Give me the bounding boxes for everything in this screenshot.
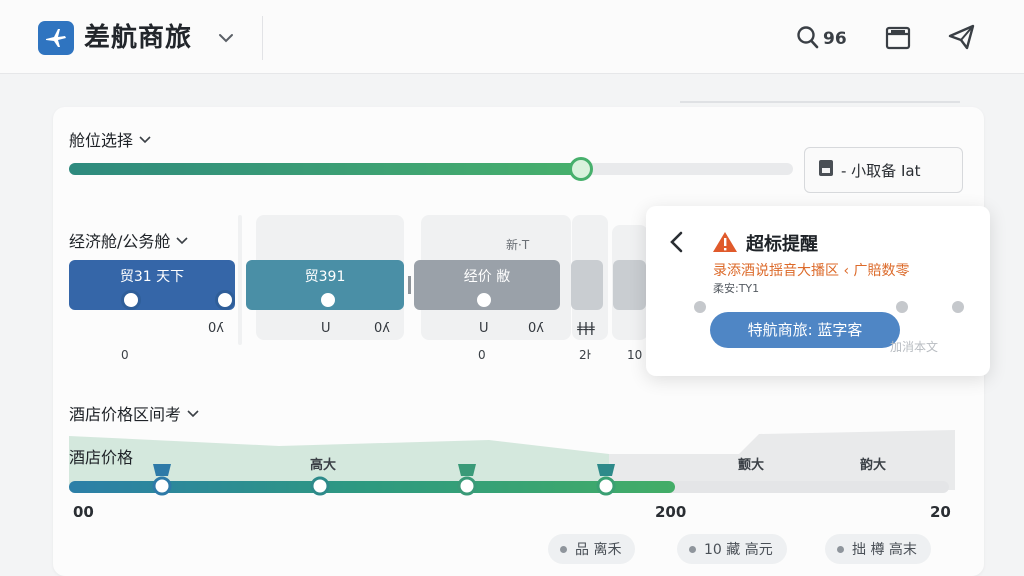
popup-message: 录添酒说揺音大播区 ‹ 广賠数零 [713, 263, 910, 279]
cabin-side-button-label: - 小取备 Iat [841, 161, 921, 180]
chip-thumb[interactable] [474, 290, 494, 310]
popup-slider-dot[interactable] [896, 301, 908, 313]
axis-label-max: 20 [930, 503, 951, 521]
chip-tick-label: 2ŀ [579, 348, 591, 362]
economy-section-title[interactable]: 经济舱/公务舱 [69, 228, 190, 252]
chevron-down-icon [187, 410, 199, 418]
cabin-section-title[interactable]: 舱位选择 [69, 127, 153, 151]
chip-tick-label: 0 [478, 348, 486, 362]
cabin-chip-4[interactable] [571, 260, 603, 310]
back-icon[interactable] [668, 230, 686, 258]
axis-label-min: 00 [73, 503, 94, 521]
over-standard-popup: 超标提醒 录添酒说揺音大播区 ‹ 广賠数零 柔安:TY1 特航商旅: 蓝字客 加… [646, 206, 990, 376]
chip-under-label: 0ʎ [528, 321, 544, 336]
hotel-slider-handle[interactable] [309, 473, 331, 503]
hotel-pin-label: 颤大 [738, 458, 765, 473]
ghost-header: 新·T [506, 238, 530, 252]
cabin-chip-2[interactable]: 贸391 [246, 260, 404, 310]
chip-under-label: 0ʎ [208, 321, 224, 336]
popup-title: 超标提醒 [746, 234, 818, 255]
cabin-chip-1[interactable]: 贸31 天下 [69, 260, 235, 310]
filter-pill-1[interactable]: 品 离禾 [548, 534, 636, 564]
popup-sub: 柔安:TY1 [713, 282, 760, 295]
cabin-chip-label: 贸31 天下 [119, 269, 185, 285]
cabin-chip-3[interactable]: 经价 敝 [414, 260, 560, 310]
filter-pill-3[interactable]: 拙 樽 高末 [825, 534, 931, 564]
top-bar: 差航商旅 96 [0, 0, 1024, 74]
cabin-section-label: 舱位选择 [69, 131, 134, 150]
chevron-down-icon[interactable] [216, 28, 236, 52]
ghost-column [238, 215, 242, 345]
popup-slider-dot[interactable] [952, 301, 964, 313]
hotel-slider-handle[interactable] [595, 462, 617, 502]
hotel-slider-handle[interactable] [151, 462, 173, 502]
hotel-section-label: 酒店价格区间考 [69, 405, 182, 424]
chip-under-label: U [479, 321, 489, 336]
airplane-icon [38, 21, 74, 55]
popup-ghost-text: 加消本文 [890, 340, 939, 354]
popup-slider-dot[interactable] [694, 301, 706, 313]
cabin-side-button[interactable]: - 小取备 Iat [804, 147, 963, 193]
popup-slider-line [680, 101, 960, 103]
send-icon[interactable] [947, 23, 977, 55]
search-button[interactable]: 96 [796, 24, 847, 54]
cabin-chip-5[interactable] [613, 260, 646, 310]
pill-dot-icon [837, 545, 844, 553]
chip-tick-label: 10 [627, 348, 643, 362]
filter-pill-2[interactable]: 10 藏 高元 [677, 534, 787, 564]
hotel-slider-handle[interactable] [456, 462, 478, 502]
chip-divider [408, 276, 411, 294]
hotel-chart-label: 酒店价格 [69, 448, 134, 467]
hotel-section-title[interactable]: 酒店价格区间考 [69, 401, 201, 425]
chip-thumb[interactable] [121, 290, 141, 310]
calendar-icon[interactable] [884, 24, 912, 56]
special-booking-button[interactable]: 特航商旅: 蓝字客 [710, 312, 900, 348]
filter-pill-label: 拙 樽 高末 [852, 542, 917, 558]
app-title: 差航商旅 [84, 23, 193, 53]
pill-dot-icon [689, 545, 696, 553]
hotel-pin-label: 韵大 [860, 458, 887, 473]
chip-thumb[interactable] [215, 290, 235, 310]
axis-label-mid: 200 [655, 503, 687, 521]
chevron-down-icon [139, 136, 151, 144]
filter-pill-label: 10 藏 高元 [704, 542, 773, 558]
pill-dot-icon [560, 545, 567, 553]
chip-tick-label: 0 [121, 348, 129, 362]
chip-under-label: ǂǂǂ [577, 321, 595, 336]
filter-pill-label: 品 离禾 [575, 542, 622, 558]
economy-section-label: 经济舱/公务舱 [69, 232, 171, 251]
chip-thumb[interactable] [318, 290, 338, 310]
chip-under-label: 0ʎ [374, 321, 390, 336]
cabin-slider-thumb[interactable] [569, 157, 593, 181]
chip-under-label: U [321, 321, 331, 336]
cabin-chip-label: 贸391 [304, 269, 346, 285]
document-icon [818, 159, 834, 181]
search-icon [796, 24, 820, 54]
title-divider [262, 16, 263, 60]
search-count: 96 [823, 29, 847, 49]
chevron-down-icon [176, 237, 188, 245]
cabin-slider-fill [69, 163, 581, 175]
hotel-pin-label: 高大 [310, 458, 337, 473]
cabin-chip-label: 经价 敝 [463, 269, 511, 285]
warning-icon [712, 230, 738, 258]
